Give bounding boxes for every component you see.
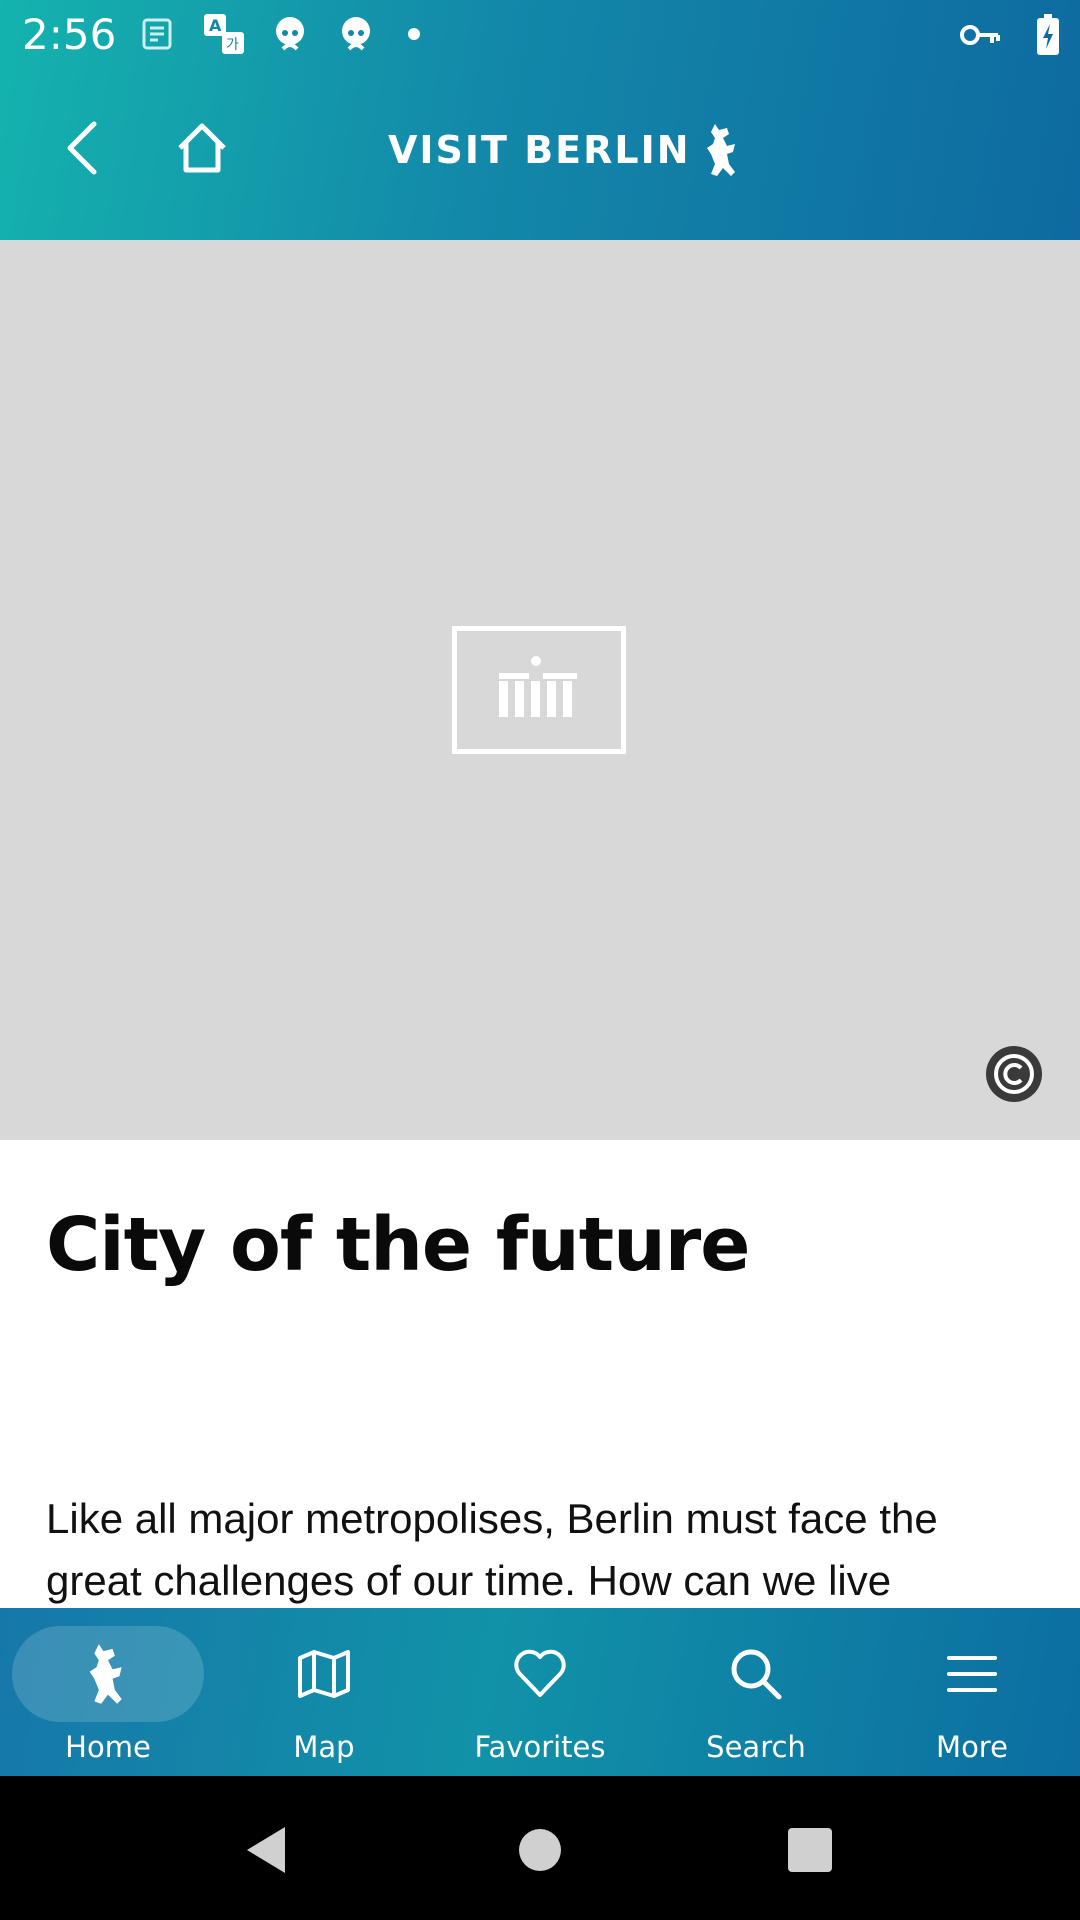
bear-icon [89, 1644, 122, 1704]
brand-logo: VISIT BERLIN [388, 122, 741, 178]
system-back-button[interactable] [236, 1820, 296, 1880]
nav-favorites-label: Favorites [474, 1730, 606, 1764]
nav-favorites[interactable]: Favorites [432, 1608, 648, 1776]
hero-image [0, 240, 1080, 1140]
home-button[interactable] [162, 108, 242, 188]
article-title: City of the future [46, 1202, 750, 1288]
svg-text:A: A [209, 16, 222, 35]
app-header: VISIT BERLIN [0, 72, 1080, 240]
battery-charging-icon [1036, 14, 1060, 61]
notes-icon [136, 12, 180, 56]
system-navigation-bar [0, 1776, 1080, 1920]
search-icon [731, 1649, 782, 1700]
svg-text:가: 가 [226, 37, 239, 53]
back-triangle-icon [247, 1827, 285, 1873]
nav-map[interactable]: Map [216, 1608, 432, 1776]
dot-icon [408, 28, 420, 40]
berlin-bear-icon [706, 124, 735, 176]
status-notification-icons: A가 [136, 12, 420, 56]
back-arrow-icon [67, 121, 97, 175]
heart-icon [514, 1649, 566, 1697]
nav-map-pill [228, 1626, 420, 1722]
nav-home[interactable]: Home [0, 1608, 216, 1776]
face-icon [268, 12, 312, 56]
nav-more-pill [876, 1626, 1068, 1722]
brand-title: VISIT BERLIN [388, 128, 691, 172]
home-circle-icon [519, 1829, 561, 1871]
article-intro: Like all major metropolises, Berlin must… [46, 1495, 938, 1604]
nav-more[interactable]: More [864, 1608, 1080, 1776]
nav-home-label: Home [65, 1730, 151, 1764]
nav-search-pill [660, 1626, 852, 1722]
nav-favorites-pill [444, 1626, 636, 1722]
status-bar: 2:56 A가 [0, 0, 1080, 72]
system-recents-button[interactable] [780, 1820, 840, 1880]
home-icon [178, 123, 226, 173]
nav-map-label: Map [293, 1730, 355, 1764]
back-button[interactable] [42, 108, 122, 188]
menu-icon [947, 1656, 997, 1692]
copyright-icon [994, 1054, 1034, 1094]
nav-home-pill [12, 1626, 204, 1722]
copyright-button[interactable] [986, 1046, 1042, 1102]
translate-icon: A가 [202, 12, 246, 56]
top-app-area: 2:56 A가 VISIT BERLIN [0, 0, 1080, 240]
system-home-button[interactable] [510, 1820, 570, 1880]
image-placeholder-icon [452, 626, 626, 754]
nav-search[interactable]: Search [648, 1608, 864, 1776]
nav-search-label: Search [706, 1730, 806, 1764]
bottom-navigation: Home Map Favorites Search More [0, 1608, 1080, 1776]
vpn-key-icon [960, 23, 1000, 52]
status-system-icons [960, 14, 1060, 61]
status-time: 2:56 [22, 10, 117, 59]
recents-square-icon [788, 1828, 832, 1872]
nav-more-label: More [936, 1730, 1008, 1764]
map-icon [298, 1650, 350, 1698]
face-icon [334, 12, 378, 56]
